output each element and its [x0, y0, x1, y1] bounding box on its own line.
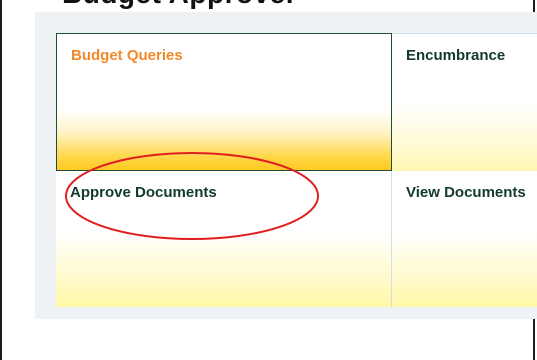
tile-panel: Budget Queries Encumbrance Approve Docum… — [35, 12, 537, 319]
tile-label: Budget Queries — [71, 47, 183, 64]
tile-encumbrance[interactable]: Encumbrance — [392, 33, 537, 171]
tile-budget-queries[interactable]: Budget Queries — [56, 33, 392, 171]
tile-approve-documents[interactable]: Approve Documents — [56, 171, 392, 307]
tile-view-documents[interactable]: View Documents — [392, 171, 537, 307]
tile-label: Encumbrance — [406, 47, 506, 64]
page-title: Budget Approver — [62, 0, 297, 10]
tile-label: View Documents — [406, 184, 526, 201]
content-frame: Budget Approver Budget Queries Encumbran… — [0, 0, 537, 360]
tile-label: Approve Documents — [70, 184, 217, 201]
